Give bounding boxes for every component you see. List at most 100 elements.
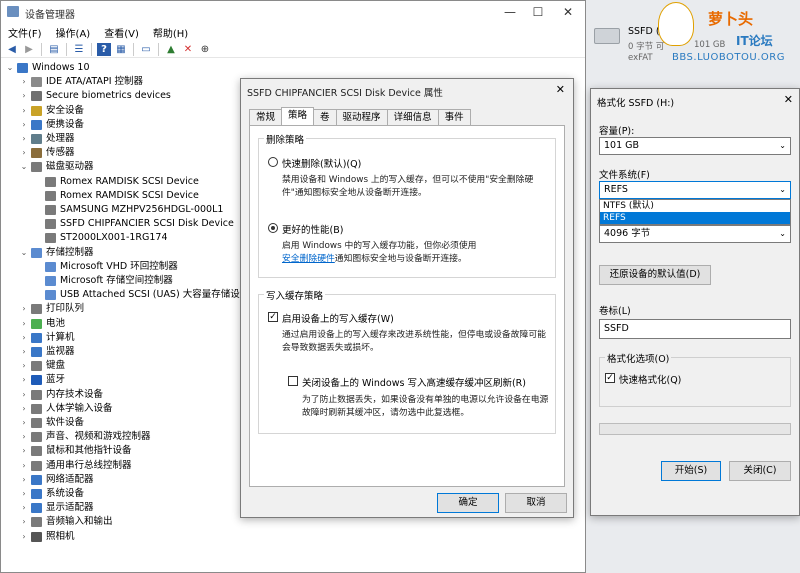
chevron-right-icon[interactable]: › [19,416,29,430]
chevron-right-icon[interactable]: › [19,302,29,316]
uninstall-icon[interactable]: ✕ [181,43,195,56]
better-performance-radio[interactable] [268,223,278,233]
tab-details[interactable]: 详细信息 [386,109,439,125]
chevron-right-icon[interactable]: › [19,402,29,416]
chevron-right-icon[interactable]: › [19,501,29,515]
maximize-button[interactable]: ☐ [523,1,553,23]
fs-option-refs[interactable]: REFS [600,212,790,224]
chevron-right-icon[interactable]: › [19,118,29,132]
chevron-right-icon[interactable]: › [19,75,29,89]
tree-node[interactable]: SAMSUNG MZHPV256HDGL-000L1 [33,203,223,217]
ok-button[interactable]: 确定 [437,493,499,513]
tree-node[interactable]: › 人体学输入设备 [19,402,113,416]
allocation-size-select[interactable]: 4096 字节 ⌄ [599,225,791,243]
tree-node[interactable]: › 监视器 [19,345,75,359]
tree-node[interactable]: › 声音、视频和游戏控制器 [19,430,151,444]
quick-removal-label[interactable]: 快速删除(默认)(Q) [282,156,361,170]
tree-node[interactable]: › 显示适配器 [19,501,94,515]
better-performance-label[interactable]: 更好的性能(B) [282,222,343,236]
enable-write-cache-label[interactable]: 启用设备上的写入缓存(W) [282,311,394,325]
tree-node[interactable]: Microsoft VHD 环回控制器 [33,260,178,274]
tree-node[interactable]: › IDE ATA/ATAPI 控制器 [19,75,143,89]
tab-general[interactable]: 常规 [249,109,283,125]
tree-node[interactable]: › 照相机 [19,530,75,544]
restore-defaults-button[interactable]: 还原设备的默认值(D) [599,265,711,285]
tree-node[interactable]: › 电池 [19,317,65,331]
turn-off-flushing-checkbox[interactable] [288,376,298,386]
update-driver-icon[interactable]: ▲ [164,43,178,56]
tree-node[interactable]: Microsoft 存储空间控制器 [33,274,173,288]
chevron-right-icon[interactable]: › [19,359,29,373]
tree-node[interactable]: › 音频输入和输出 [19,515,113,529]
dialog-close-button[interactable]: ✕ [556,83,565,96]
view-icon[interactable]: ▦ [114,43,128,56]
tree-node[interactable]: ST2000LX001-1RG174 [33,231,168,245]
capacity-select[interactable]: 101 GB ⌄ [599,137,791,155]
tab-policies[interactable]: 策略 [281,107,315,125]
minimize-button[interactable]: — [495,1,525,23]
chevron-right-icon[interactable]: › [19,473,29,487]
chevron-right-icon[interactable]: › [19,146,29,160]
tree-node[interactable]: › 网络适配器 [19,473,94,487]
chevron-right-icon[interactable]: › [19,388,29,402]
quick-format-label[interactable]: 快速格式化(Q) [619,372,681,386]
start-button[interactable]: 开始(S) [661,461,721,481]
chevron-right-icon[interactable]: › [19,104,29,118]
chevron-down-icon[interactable]: ⌄ [19,246,29,260]
tree-node[interactable]: › 系统设备 [19,487,84,501]
tree-node[interactable]: › 处理器 [19,132,75,146]
chevron-down-icon[interactable]: ⌄ [19,160,29,174]
chevron-right-icon[interactable]: › [19,89,29,103]
tab-events[interactable]: 事件 [437,109,471,125]
format-close-btn[interactable]: 关闭(C) [729,461,791,481]
enable-write-cache-checkbox[interactable]: ✓ [268,312,278,322]
chevron-right-icon[interactable]: › [19,132,29,146]
chevron-right-icon[interactable]: › [19,345,29,359]
tree-node[interactable]: › 蓝牙 [19,373,65,387]
tree-node[interactable]: › 键盘 [19,359,65,373]
tree-node[interactable]: › 内存技术设备 [19,388,103,402]
help-icon[interactable]: ? [97,42,111,56]
tree-node[interactable]: ⌄ 存储控制器 [19,246,94,260]
chevron-right-icon[interactable]: › [19,530,29,544]
tree-node[interactable]: › 安全设备 [19,104,84,118]
download-icon[interactable]: ⊕ [198,43,212,56]
tree-node[interactable]: › 鼠标和其他指针设备 [19,444,132,458]
list-icon[interactable]: ☰ [72,43,86,56]
chevron-right-icon[interactable]: › [19,515,29,529]
safely-remove-hardware-link[interactable]: 安全删除硬件 [282,254,335,264]
volume-label-input[interactable]: SSFD [599,319,791,339]
tree-node[interactable]: Romex RAMDISK SCSI Device [33,189,199,203]
chevron-right-icon[interactable]: › [19,430,29,444]
menu-file[interactable]: 文件(F) [1,23,49,41]
tree-node[interactable]: › 传感器 [19,146,75,160]
tree-node[interactable]: › 软件设备 [19,416,84,430]
tree-node[interactable]: › 便携设备 [19,118,84,132]
cancel-button[interactable]: 取消 [505,493,567,513]
chevron-down-icon[interactable]: ⌄ [5,61,15,75]
turn-off-flushing-label[interactable]: 关闭设备上的 Windows 写入高速缓存缓冲区刷新(R) [302,375,526,389]
tree-node[interactable]: USB Attached SCSI (UAS) 大容量存储设备 [33,288,249,302]
chevron-right-icon[interactable]: › [19,331,29,345]
chevron-right-icon[interactable]: › [19,373,29,387]
back-icon[interactable]: ◀ [5,43,19,56]
forward-icon[interactable]: ▶ [22,43,36,56]
quick-removal-radio[interactable] [268,157,278,167]
properties-icon[interactable]: ▤ [47,43,61,56]
tab-driver[interactable]: 驱动程序 [335,109,388,125]
menu-action[interactable]: 操作(A) [49,23,98,41]
tree-node[interactable]: › Secure biometrics devices [19,89,171,103]
quick-format-checkbox[interactable]: ✓ [605,373,615,383]
fs-option-ntfs[interactable]: NTFS (默认) [600,200,790,212]
tree-root[interactable]: ⌄ Windows 10 [5,61,90,75]
close-button[interactable]: ✕ [553,1,583,23]
tree-node[interactable]: › 通用串行总线控制器 [19,459,132,473]
chevron-right-icon[interactable]: › [19,459,29,473]
menu-view[interactable]: 查看(V) [97,23,146,41]
chevron-right-icon[interactable]: › [19,317,29,331]
tree-node[interactable]: › 打印队列 [19,302,84,316]
tree-node[interactable]: SSFD CHIPFANCIER SCSI Disk Device [33,217,234,231]
chevron-right-icon[interactable]: › [19,487,29,501]
tree-node[interactable]: Romex RAMDISK SCSI Device [33,175,199,189]
format-close-button[interactable]: ✕ [784,93,793,106]
